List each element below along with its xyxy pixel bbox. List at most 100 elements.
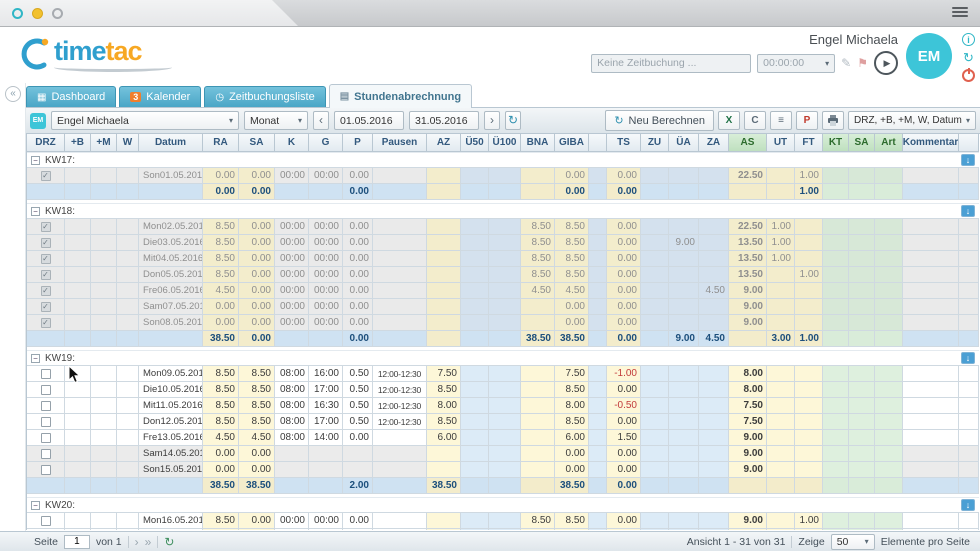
col-header-ft[interactable]: FT [795, 134, 823, 152]
col-header-sa2[interactable]: SA [849, 134, 875, 152]
columns-select[interactable]: DRZ, +B, +M, W, Datum, RA,▾ [848, 111, 976, 130]
col-header-pausen[interactable]: Pausen [373, 134, 427, 152]
page-input[interactable] [64, 535, 90, 549]
date-from-field[interactable]: 01.05.2016 [334, 111, 404, 130]
flag-icon[interactable]: ⚑ [857, 56, 868, 70]
table-row[interactable]: Sam14.05.20160.000.000.000.009.00 [27, 446, 979, 462]
last-page-icon[interactable]: » [145, 535, 152, 549]
row-checkbox[interactable] [41, 516, 51, 526]
col-header-g[interactable]: G [309, 134, 343, 152]
table-row[interactable]: ✓Mon02.05.20168.500.0000:0000:000.008.50… [27, 219, 979, 235]
tab-zeitbuchungsliste[interactable]: ◷Zeitbuchungsliste [204, 86, 325, 107]
group-collapse-icon[interactable]: − [31, 156, 40, 165]
collapse-panel-icon[interactable]: « [5, 86, 21, 102]
export-group-icon[interactable]: ↓ [961, 205, 975, 217]
window-button-minimize[interactable] [32, 8, 43, 19]
group-collapse-icon[interactable]: − [31, 354, 40, 363]
col-header-za[interactable]: ZA [699, 134, 729, 152]
col-header-b[interactable]: +B [65, 134, 91, 152]
refresh-icon[interactable]: ↻ [963, 51, 974, 64]
group-collapse-icon[interactable]: − [31, 207, 40, 216]
col-header-drz[interactable]: DRZ [27, 134, 65, 152]
col-header-as[interactable]: AS [729, 134, 767, 152]
table-row[interactable]: ✓Sam07.05.20160.000.0000:0000:000.000.00… [27, 299, 979, 315]
table-row[interactable]: ✓Don05.05.20168.500.0000:0000:000.008.50… [27, 267, 979, 283]
reload-period-icon[interactable]: ↻ [505, 111, 521, 130]
row-checkbox[interactable] [41, 369, 51, 379]
export-group-icon[interactable]: ↓ [961, 499, 975, 511]
tab-kalender[interactable]: 3Kalender [119, 86, 201, 107]
col-header-w[interactable]: W [117, 134, 139, 152]
power-icon[interactable] [962, 69, 975, 82]
table-row[interactable]: ✓Mit04.05.20168.500.0000:0000:000.008.50… [27, 251, 979, 267]
row-checkbox[interactable]: ✓ [41, 302, 51, 312]
col-header-u100[interactable]: Ü100 [489, 134, 521, 152]
col-header-k[interactable]: K [275, 134, 309, 152]
col-header-kt[interactable]: KT [823, 134, 849, 152]
group-collapse-icon[interactable]: − [31, 501, 40, 510]
col-header-blank[interactable] [589, 134, 607, 152]
table-row[interactable]: ✓Die03.05.20168.500.0000:0000:000.008.50… [27, 235, 979, 251]
table-row[interactable]: Son15.05.20160.000.000.000.009.00 [27, 462, 979, 478]
col-header-ra[interactable]: RA [203, 134, 239, 152]
col-header-ts[interactable]: TS [607, 134, 641, 152]
csv-export-icon[interactable]: C [744, 111, 766, 130]
col-header-az[interactable]: AZ [427, 134, 461, 152]
row-checkbox[interactable] [41, 401, 51, 411]
col-header-bna[interactable]: BNA [521, 134, 555, 152]
avatar[interactable]: EM [906, 33, 952, 79]
row-checkbox[interactable]: ✓ [41, 238, 51, 248]
next-period-icon[interactable]: › [484, 111, 500, 130]
row-checkbox[interactable]: ✓ [41, 222, 51, 232]
table-row[interactable]: Die17.05.20168.508.50 [27, 529, 979, 530]
col-header-datum[interactable]: Datum [139, 134, 203, 152]
info-icon[interactable]: i [962, 33, 975, 46]
row-checkbox[interactable]: ✓ [41, 254, 51, 264]
col-header-art[interactable]: Art [875, 134, 903, 152]
excel-export-icon[interactable]: X [718, 111, 740, 130]
row-checkbox[interactable]: ✓ [41, 171, 51, 181]
table-row[interactable]: Die10.05.20168.508.5008:0017:000.5012:00… [27, 382, 979, 398]
row-checkbox[interactable] [41, 449, 51, 459]
tab-stundenabrechnung[interactable]: ▤Stundenabrechnung [329, 84, 472, 108]
col-header-kommentar[interactable]: Kommentar [903, 134, 959, 152]
export-group-icon[interactable]: ↓ [961, 352, 975, 364]
row-checkbox[interactable] [41, 385, 51, 395]
table-row[interactable]: Mit11.05.20168.508.5008:0016:300.5012:00… [27, 398, 979, 414]
col-header-giba[interactable]: GIBA [555, 134, 589, 152]
prev-period-icon[interactable]: ‹ [313, 111, 329, 130]
col-header-u50[interactable]: Ü50 [461, 134, 489, 152]
user-select[interactable]: Engel Michaela▾ [51, 111, 239, 130]
window-button-close[interactable] [12, 8, 23, 19]
window-button-maximize[interactable] [52, 8, 63, 19]
recalculate-button[interactable]: ↻Neu Berechnen [605, 110, 714, 131]
table-row[interactable]: ✓Fre06.05.20164.500.0000:0000:000.004.50… [27, 283, 979, 299]
table-row[interactable]: Don12.05.20168.508.5008:0017:000.5012:00… [27, 414, 979, 430]
col-header-ua[interactable]: ÜA [669, 134, 699, 152]
row-checkbox[interactable]: ✓ [41, 318, 51, 328]
table-row[interactable]: Mon09.05.20168.508.5008:0016:000.5012:00… [27, 366, 979, 382]
edit-icon[interactable]: ✎ [841, 56, 851, 70]
col-header-p[interactable]: P [343, 134, 373, 152]
col-header-zu[interactable]: ZU [641, 134, 669, 152]
pdf-export-icon[interactable]: P [796, 111, 818, 130]
list-export-icon[interactable]: ≡ [770, 111, 792, 130]
date-to-field[interactable]: 31.05.2016 [409, 111, 479, 130]
col-header-ut[interactable]: UT [767, 134, 795, 152]
tab-dashboard[interactable]: ▦Dashboard [26, 86, 116, 107]
col-header-sa[interactable]: SA [239, 134, 275, 152]
page-size-select[interactable]: 50▾ [831, 534, 875, 550]
row-checkbox[interactable]: ✓ [41, 286, 51, 296]
row-checkbox[interactable] [41, 433, 51, 443]
row-checkbox[interactable]: ✓ [41, 270, 51, 280]
menu-icon[interactable] [952, 7, 968, 17]
table-row[interactable]: ✓Son01.05.20160.000.0000:0000:000.000.00… [27, 168, 979, 184]
app-logo[interactable]: timetac [14, 35, 172, 73]
export-group-icon[interactable]: ↓ [961, 154, 975, 166]
table-row[interactable]: Mon16.05.20168.500.0000:0000:000.008.508… [27, 513, 979, 529]
table-row[interactable]: ✓Son08.05.20160.000.0000:0000:000.000.00… [27, 315, 979, 331]
table-row[interactable]: Fre13.05.20164.504.5008:0014:000.006.006… [27, 430, 979, 446]
play-button[interactable]: ▶ [874, 51, 898, 75]
booking-select[interactable]: Keine Zeitbuchung ... [591, 54, 751, 73]
print-icon[interactable] [822, 111, 844, 130]
